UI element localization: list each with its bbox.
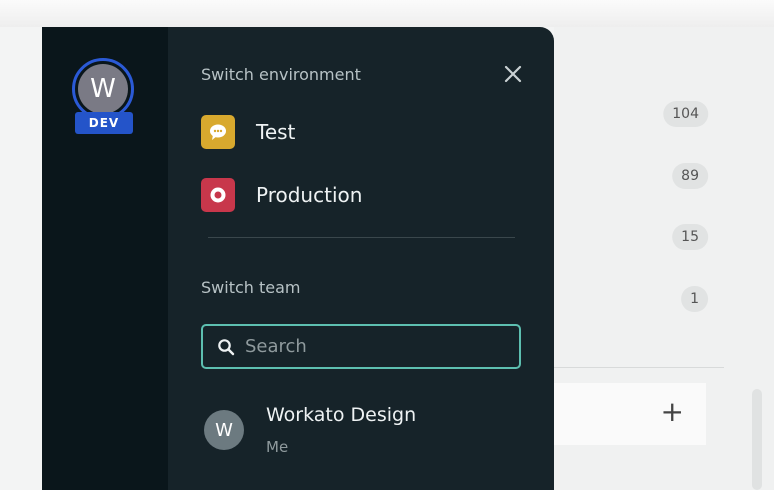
- record-icon: [201, 178, 235, 212]
- top-strip: [0, 0, 774, 27]
- switch-environment-title: Switch environment: [201, 65, 361, 84]
- switcher-main: Switch environment Test Production Switc…: [168, 27, 554, 490]
- team-search-input[interactable]: [243, 335, 509, 358]
- environment-item-production[interactable]: Production: [201, 176, 362, 214]
- count-badge: 1: [681, 286, 708, 312]
- count-badge: 89: [672, 163, 708, 189]
- close-icon[interactable]: [502, 63, 524, 85]
- environment-label: Production: [256, 183, 363, 207]
- environment-switcher-panel: W DEV Switch environment Test Production…: [42, 27, 554, 490]
- background-content: 104 89 15 1 +: [554, 27, 774, 490]
- chat-bubble-icon: [201, 115, 235, 149]
- plus-icon[interactable]: +: [661, 397, 684, 427]
- environment-badge: DEV: [75, 112, 133, 134]
- team-avatar: W: [204, 410, 244, 450]
- count-badge: 104: [663, 101, 708, 127]
- avatar-initial: W: [78, 64, 128, 114]
- environment-label: Test: [256, 120, 296, 144]
- add-card[interactable]: +: [554, 383, 706, 445]
- environment-item-test[interactable]: Test: [201, 113, 295, 151]
- scrollbar[interactable]: [752, 389, 762, 490]
- team-name: Workato Design: [266, 404, 417, 426]
- user-avatar[interactable]: W: [72, 58, 134, 120]
- left-rail: W DEV: [42, 27, 168, 490]
- count-badge: 15: [672, 224, 708, 250]
- section-separator: [208, 237, 515, 238]
- switch-team-title: Switch team: [201, 278, 301, 297]
- team-role: Me: [266, 438, 289, 456]
- search-icon: [218, 338, 235, 355]
- divider: [554, 367, 724, 368]
- team-search-box[interactable]: [201, 324, 521, 369]
- team-item-workato-design[interactable]: W Workato Design Me: [204, 402, 524, 462]
